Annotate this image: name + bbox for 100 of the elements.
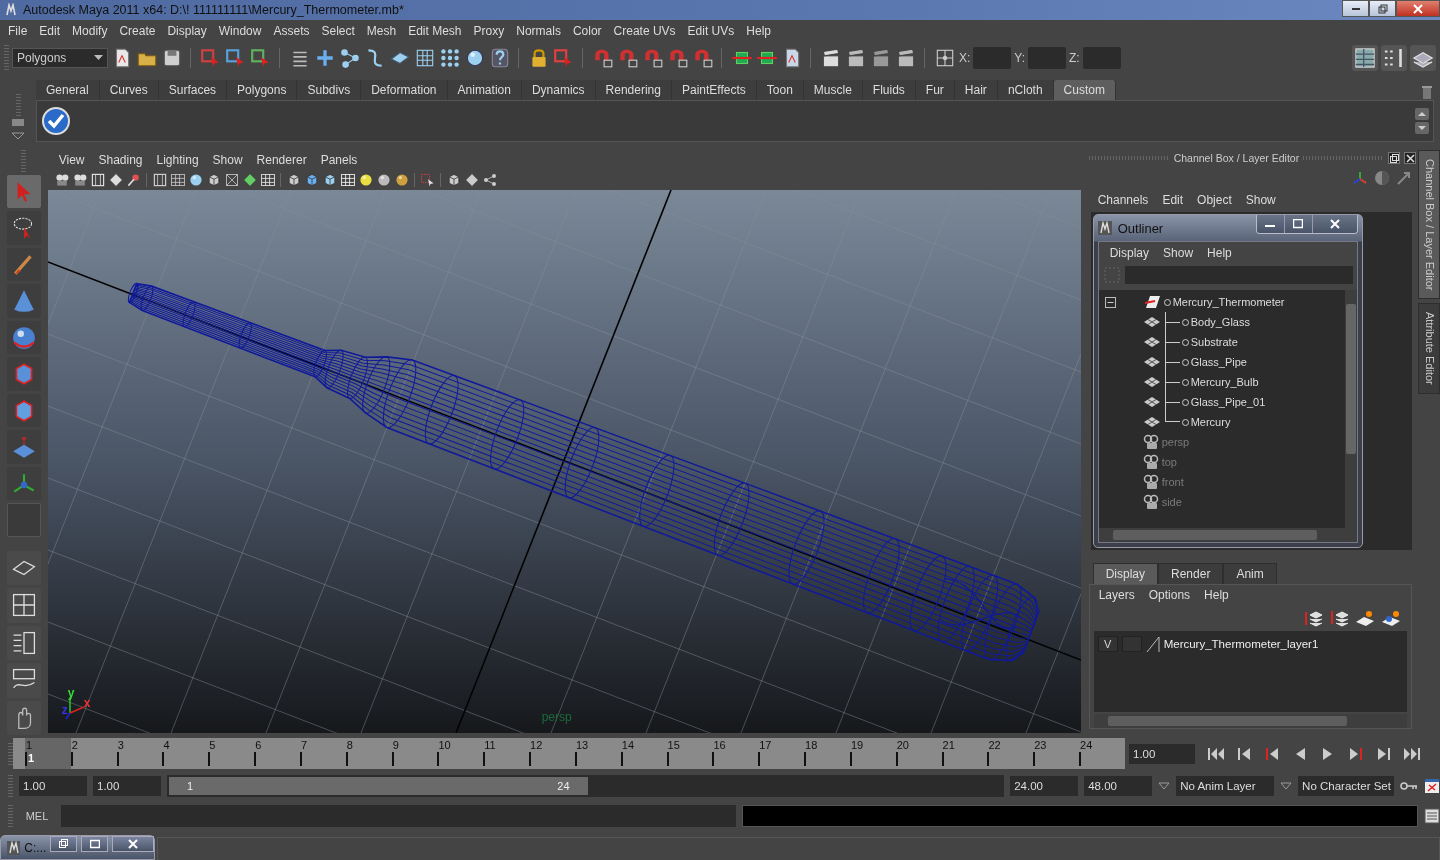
panel-menu-item[interactable]: Show: [205, 153, 250, 167]
playback-end-field[interactable]: 24.00: [1010, 776, 1079, 796]
frame-number: 17: [759, 739, 772, 751]
timeline-frame[interactable]: 9: [391, 738, 438, 769]
timeline-frame[interactable]: 19: [849, 738, 896, 769]
playback-start-field[interactable]: 1.00: [93, 776, 161, 796]
menu-item[interactable]: Proxy: [467, 24, 511, 38]
shelf-tab[interactable]: Animation: [447, 80, 522, 100]
shelf-tab[interactable]: Deformation: [361, 80, 448, 100]
panel-menu-item[interactable]: Shading: [91, 153, 150, 167]
timeline-frame[interactable]: 23: [1033, 738, 1080, 769]
shelf-tab[interactable]: Custom: [1053, 80, 1116, 100]
layer-tab[interactable]: Anim: [1223, 563, 1277, 584]
shelf-tab[interactable]: Curves: [99, 80, 159, 100]
menu-item[interactable]: Select: [315, 24, 361, 38]
panel-menu-item[interactable]: Panels: [313, 153, 365, 167]
timeline-frame[interactable]: 2: [70, 738, 117, 769]
shelf-tab[interactable]: Hair: [954, 80, 998, 100]
timeline-frame[interactable]: 21: [941, 738, 988, 769]
command-language-label[interactable]: MEL: [19, 809, 55, 822]
outliner-menu-item[interactable]: Display: [1102, 246, 1157, 260]
menu-item[interactable]: Help: [740, 24, 777, 38]
start-time-field[interactable]: 1.00: [19, 776, 87, 796]
outliner-item[interactable]: Substrate: [1190, 336, 1238, 348]
side-tab[interactable]: Attribute Editor: [1418, 303, 1440, 395]
range-slider[interactable]: 1 24: [169, 777, 588, 795]
timeline-frame[interactable]: 8: [345, 738, 392, 769]
timeline-frame[interactable]: 5: [208, 738, 255, 769]
minimized-window[interactable]: C:...: [0, 835, 155, 860]
layer-tab[interactable]: Display: [1092, 563, 1159, 584]
shelf-tab[interactable]: Muscle: [803, 80, 863, 100]
timeline-frame[interactable]: 1 1: [25, 738, 71, 769]
layer-menu-item[interactable]: Help: [1197, 588, 1236, 602]
panel-menu-item[interactable]: Lighting: [149, 153, 206, 167]
shelf-tab[interactable]: Fur: [915, 80, 955, 100]
timeline-frame[interactable]: 15: [666, 738, 713, 769]
panel-menu-item[interactable]: Show: [1238, 193, 1283, 207]
layer-menu-item[interactable]: Options: [1141, 588, 1198, 602]
current-time-field[interactable]: 1.00: [1129, 743, 1195, 764]
shelf-tab[interactable]: Toon: [756, 80, 804, 100]
menu-item[interactable]: Edit UVs: [681, 24, 741, 38]
end-time-field[interactable]: 48.00: [1084, 776, 1153, 796]
layer-name[interactable]: Mercury_Thermometer_layer1: [1163, 638, 1319, 650]
time-slider[interactable]: 1 1 2 3 4 5 6 7 8 9 10 11 12 13 14 15 16 17 18 19 20 21 22 23 24: [13, 738, 1125, 769]
anim-layer-dropdown[interactable]: No Anim Layer: [1176, 776, 1275, 796]
menu-item[interactable]: Color: [566, 24, 608, 38]
shelf-tab[interactable]: General: [36, 80, 100, 100]
side-tab[interactable]: Channel Box / Layer Editor: [1418, 150, 1440, 300]
outliner-item[interactable]: Mercury_Bulb: [1190, 376, 1259, 388]
timeline-frame[interactable]: 11: [483, 738, 530, 769]
shelf-tab[interactable]: Polygons: [227, 80, 298, 100]
menu-item[interactable]: Modify: [66, 24, 114, 38]
outliner-item[interactable]: Body_Glass: [1190, 316, 1250, 328]
menu-item[interactable]: Normals: [510, 24, 567, 38]
menu-item[interactable]: Display: [161, 24, 213, 38]
panel-menu-item[interactable]: Edit: [1155, 193, 1191, 207]
timeline-frame[interactable]: 17: [758, 738, 805, 769]
shelf-tab[interactable]: Surfaces: [158, 80, 228, 100]
timeline-frame[interactable]: 16: [712, 738, 759, 769]
menu-item[interactable]: File: [2, 24, 34, 38]
timeline-frame[interactable]: 22: [987, 738, 1034, 769]
outliner-menu-item[interactable]: Show: [1156, 246, 1201, 260]
layer-menu-item[interactable]: Layers: [1091, 588, 1142, 602]
timeline-frame[interactable]: 14: [620, 738, 667, 769]
panel-menu-item[interactable]: View: [51, 153, 92, 167]
menu-item[interactable]: Create UVs: [607, 24, 682, 38]
menu-item[interactable]: Create: [113, 24, 162, 38]
outliner-item[interactable]: Mercury_Thermometer: [1172, 296, 1285, 308]
outliner-item[interactable]: Glass_Pipe_01: [1190, 396, 1266, 408]
character-set-dropdown[interactable]: No Character Set: [1298, 776, 1395, 796]
timeline-frame[interactable]: 4: [162, 738, 209, 769]
menu-item[interactable]: Edit: [33, 24, 67, 38]
timeline-frame[interactable]: 24: [1079, 738, 1125, 769]
timeline-frame[interactable]: 10: [437, 738, 484, 769]
timeline-frame[interactable]: 13: [574, 738, 621, 769]
outliner-item[interactable]: Glass_Pipe: [1190, 356, 1247, 368]
timeline-frame[interactable]: 18: [804, 738, 850, 769]
mode-dropdown[interactable]: Polygons: [12, 48, 108, 68]
shelf-tab[interactable]: PaintEffects: [671, 80, 757, 100]
timeline-frame[interactable]: 6: [254, 738, 300, 769]
shelf-tab[interactable]: Dynamics: [521, 80, 596, 100]
shelf-tab[interactable]: Fluids: [862, 80, 916, 100]
outliner-item[interactable]: Mercury: [1190, 416, 1231, 428]
panel-menu-item[interactable]: Renderer: [249, 153, 314, 167]
timeline-frame[interactable]: 7: [299, 738, 346, 769]
visibility-toggle[interactable]: V: [1097, 636, 1118, 652]
menu-item[interactable]: Edit Mesh: [402, 24, 468, 38]
menu-item[interactable]: Assets: [267, 24, 316, 38]
outliner-menu-item[interactable]: Help: [1200, 246, 1239, 260]
layer-tab[interactable]: Render: [1158, 563, 1224, 584]
panel-menu-item[interactable]: Channels: [1090, 193, 1156, 207]
timeline-frame[interactable]: 3: [116, 738, 163, 769]
timeline-frame[interactable]: 20: [895, 738, 942, 769]
timeline-frame[interactable]: 12: [529, 738, 575, 769]
shelf-tab[interactable]: Subdivs: [297, 80, 362, 100]
panel-menu-item[interactable]: Object: [1190, 193, 1239, 207]
shelf-tab[interactable]: Rendering: [595, 80, 672, 100]
shelf-tab[interactable]: nCloth: [997, 80, 1054, 100]
menu-item[interactable]: Window: [212, 24, 268, 38]
menu-item[interactable]: Mesh: [360, 24, 403, 38]
